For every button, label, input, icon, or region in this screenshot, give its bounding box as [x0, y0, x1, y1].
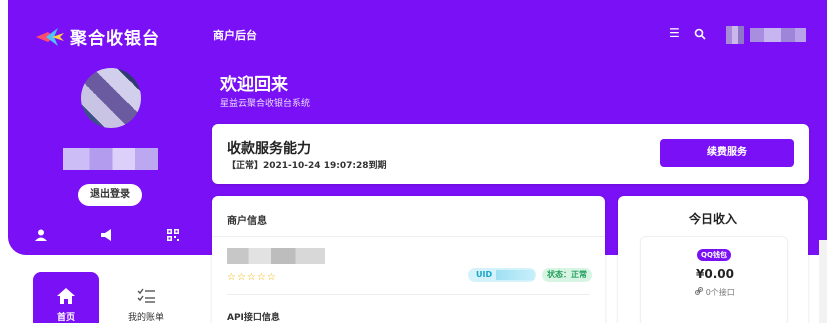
interface-count-text: 0个接口 — [705, 288, 735, 297]
uid-label: UID — [476, 270, 493, 279]
rating-stars: ☆☆☆☆☆ — [227, 272, 277, 283]
uid-value — [496, 270, 534, 280]
nav-bills-label: 我的账单 — [127, 313, 164, 323]
nav-home-label: 首页 — [56, 313, 75, 323]
api-title: API接口信息 — [227, 313, 280, 323]
today-income-card: 今日收入 QQ钱包 ¥0.00 0个接口 — [618, 196, 808, 323]
avatar — [81, 68, 141, 128]
home-icon — [57, 288, 75, 308]
service-status: 【正常】2021-10-24 19:07:28到期 — [227, 161, 387, 171]
welcome-subtitle: 星益云聚合收银台系统 — [220, 99, 311, 109]
link-icon — [695, 287, 706, 297]
divider — [212, 236, 605, 237]
nav-home[interactable]: 首页 — [33, 272, 99, 323]
menu-icon[interactable]: ☰ — [669, 26, 680, 40]
income-amount: ¥0.00 — [696, 267, 734, 281]
status-badge: 状态：正常 — [542, 268, 592, 282]
qrcode-icon[interactable] — [167, 226, 179, 245]
breadcrumb[interactable]: 商户后台 — [213, 27, 257, 43]
today-title: 今日收入 — [688, 212, 737, 226]
service-card: 收款服务能力 【正常】2021-10-24 19:07:28到期 续费服务 — [212, 124, 809, 184]
merchant-title: 商户信息 — [227, 216, 267, 227]
divider — [227, 294, 590, 295]
logout-button[interactable]: 退出登录 — [78, 184, 142, 206]
megaphone-icon[interactable] — [100, 226, 113, 245]
top-bar: 聚合收银台 商户后台 ☰ — [8, 0, 827, 62]
username — [63, 148, 158, 170]
logo-icon — [36, 27, 64, 46]
app-name: 聚合收银台 — [70, 29, 160, 49]
header-username[interactable] — [750, 28, 806, 42]
search-icon[interactable] — [694, 25, 706, 40]
scrollbar[interactable] — [819, 240, 827, 323]
channel-badge: QQ钱包 — [697, 249, 731, 261]
merchant-card: 商户信息 ☆☆☆☆☆ UID 状态：正常 API接口信息 — [212, 196, 605, 323]
renew-button[interactable]: 续费服务 — [660, 139, 794, 167]
checklist-icon — [137, 288, 155, 308]
app-logo[interactable]: 聚合收银台 — [36, 24, 160, 49]
welcome-title: 欢迎回来 — [220, 75, 288, 95]
payment-channel-box: QQ钱包 ¥0.00 0个接口 — [640, 236, 788, 323]
header-avatar[interactable] — [726, 26, 744, 44]
page-root: 聚合收银台 商户后台 ☰ 退出登录 欢迎回来 星益云聚合收银台系统 收款服务能力… — [0, 0, 827, 323]
user-icon[interactable] — [35, 226, 47, 245]
nav-bills[interactable]: 我的账单 — [115, 286, 177, 323]
merchant-name — [227, 248, 325, 264]
service-title: 收款服务能力 — [227, 141, 311, 157]
uid-badge: UID — [468, 268, 536, 282]
interface-count: 0个接口 — [641, 287, 789, 298]
